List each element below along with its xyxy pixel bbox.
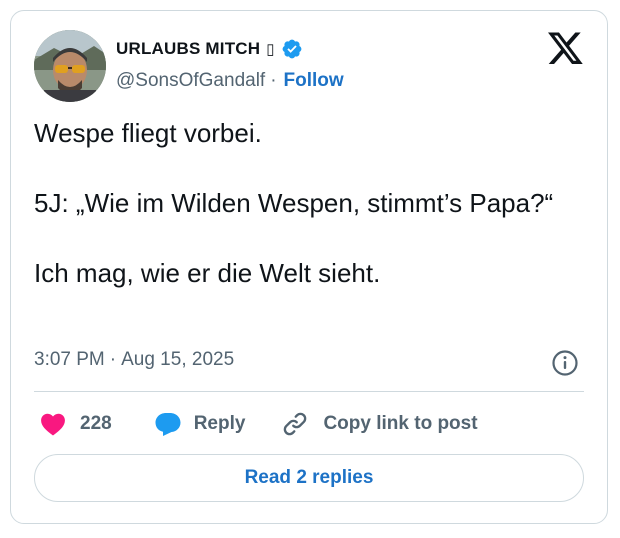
action-bar: 228 Reply Copy link to post <box>40 407 478 441</box>
avatar-image <box>34 30 106 102</box>
tweet-text: Wespe fliegt vorbei. 5J: „Wie im Wilden … <box>34 118 554 288</box>
copy-link-button[interactable]: Copy link to post <box>281 410 478 438</box>
tweet-time[interactable]: 3:07 PM <box>34 349 105 371</box>
copy-link-label: Copy link to post <box>323 413 478 434</box>
follow-button[interactable]: Follow <box>284 70 344 92</box>
avatar[interactable] <box>34 30 106 102</box>
link-icon <box>284 412 307 436</box>
tweet-timestamp[interactable]: 3:07 PM · Aug 15, 2025 <box>34 349 234 371</box>
author-name-row: URLAUBS MITCH ▯ <box>116 38 303 60</box>
like-button[interactable]: 228 <box>40 412 112 436</box>
x-logo-icon[interactable] <box>548 32 584 66</box>
info-icon[interactable] <box>551 349 579 377</box>
tweet-date[interactable]: Aug 15, 2025 <box>121 349 234 371</box>
heart-icon <box>41 413 65 436</box>
verified-badge-icon <box>282 39 301 59</box>
read-replies-button[interactable]: Read 2 replies <box>34 454 584 502</box>
author-handle-row: @SonsOfGandalf · Follow <box>116 70 344 92</box>
divider <box>34 391 584 392</box>
author-display-name[interactable]: URLAUBS MITCH <box>116 39 260 59</box>
timestamp-separator: · <box>109 349 117 370</box>
reply-label: Reply <box>193 413 246 434</box>
author-name-glyph: ▯ <box>266 41 275 58</box>
handle-separator: · <box>270 70 277 91</box>
read-replies-label: Read 2 replies <box>244 467 374 488</box>
author-handle[interactable]: @SonsOfGandalf <box>116 70 265 92</box>
like-count: 228 <box>80 413 112 434</box>
reply-button[interactable]: Reply <box>154 411 246 437</box>
speech-bubble-icon <box>155 413 181 436</box>
